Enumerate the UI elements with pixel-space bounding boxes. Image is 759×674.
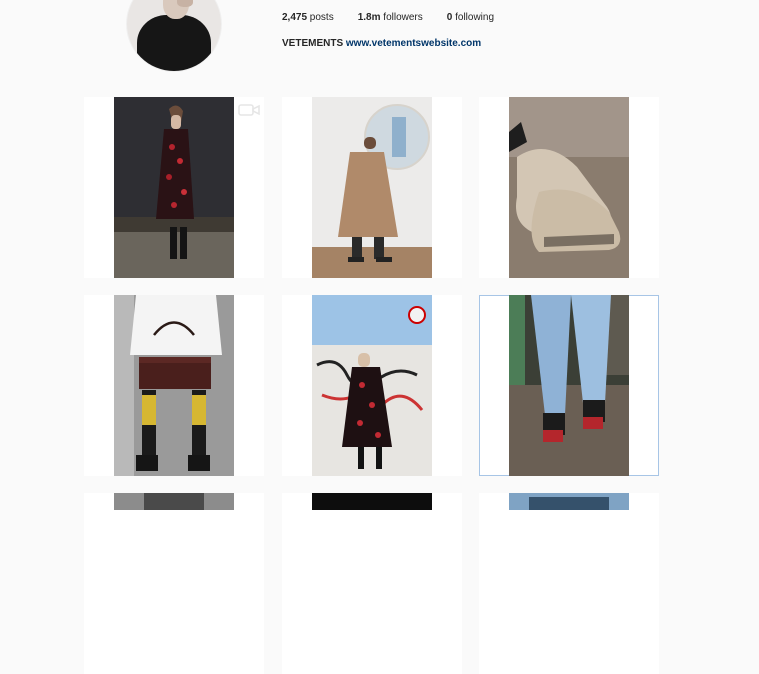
posts-count-label: posts (307, 12, 334, 23)
post-floral-dress-graffiti[interactable] (282, 295, 462, 476)
followers-count-label: followers (380, 12, 423, 23)
video-camera-icon (238, 104, 260, 116)
followers-count[interactable]: 1.8m followers (358, 12, 423, 23)
post-photo (509, 295, 629, 476)
post-row3-right[interactable] (479, 493, 659, 674)
following-count-label: following (452, 12, 495, 23)
post-photo (114, 493, 234, 510)
post-photo (312, 493, 432, 510)
posts-count: 2,475 posts (282, 12, 334, 23)
followers-count-value: 1.8m (357, 12, 381, 23)
profile-stats: 2,475 posts 1.8m followers 0 following (282, 12, 518, 23)
post-photo (312, 97, 432, 278)
post-photo (509, 493, 629, 510)
post-row3-middle[interactable] (282, 493, 462, 674)
profile-bio: VETEMENTS www.vetementswebsite.com (282, 38, 481, 49)
bio-name: VETEMENTS (282, 38, 344, 49)
avatar-coat (137, 15, 211, 71)
post-row3-left[interactable] (84, 493, 264, 674)
avatar-hand (177, 0, 193, 7)
post-photo (312, 295, 432, 476)
post-trench-coat-mirror[interactable] (282, 97, 462, 278)
post-photo (114, 295, 234, 476)
post-red-floral-dress-video[interactable] (84, 97, 264, 278)
profile-avatar[interactable] (127, 0, 221, 71)
posts-count-value: 2,475 (282, 12, 308, 23)
post-beige-sneakers[interactable] (479, 97, 659, 278)
bio-website-link[interactable]: www.vetementswebsite.com (346, 38, 481, 49)
post-photo (509, 97, 629, 278)
post-denim-red-heels[interactable] (479, 295, 659, 476)
post-photo (114, 97, 234, 278)
post-brown-handbag-boots[interactable] (84, 295, 264, 476)
following-count[interactable]: 0 following (447, 12, 494, 23)
